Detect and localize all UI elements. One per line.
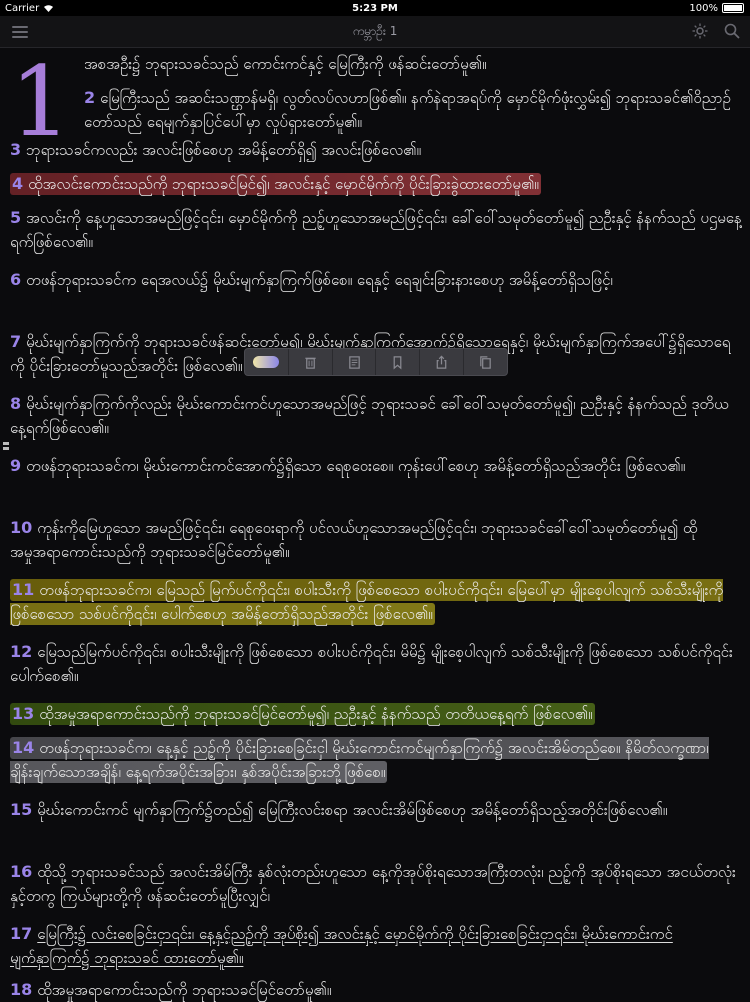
verse-13[interactable]: 13 ထိုအမှုအရာကောင်းသည်ကို ဘုရားသခင်မြင်တေ… (10, 702, 742, 726)
status-time: 5:23 PM (352, 2, 398, 14)
verse-number: 5 (10, 208, 22, 227)
verse-text: ထိုအမှုအရာကောင်းသည်ကို ဘုရားသခင်မြင်တော်… (37, 981, 332, 999)
verse-text: ဘုရားသခင်ကလည်း အလင်းဖြစ်စေဟု အမိန့်တော်ရ… (26, 141, 421, 159)
delete-button[interactable] (289, 349, 333, 375)
verse-text: ထိုသို့ ဘုရားသခင်သည် အလင်းအိမ်ကြီး နှစ်လ… (10, 863, 736, 905)
verse-14[interactable]: 14 တဖန်ဘုရားသခင်က၊ နေ့နှင့် ညဉ့်ကို ပိုင်… (10, 736, 742, 784)
verse-text: တဖန်ဘုရားသခင်က၊ မိုဃ်းကောင်းကင်အောက်၌ရှိ… (26, 457, 686, 475)
verse-8[interactable]: 8 မိုဃ်းမျက်နှာကြက်ကိုလည်း မိုဃ်းကောင်းကင… (10, 392, 742, 440)
menu-icon[interactable] (12, 26, 28, 38)
verse-6[interactable]: 6 တဖန်ဘုရားသခင်က ရေအလယ်၌ မိုဃ်းမျက်နှာကြက… (10, 268, 742, 292)
verse-2[interactable]: 2 မြေကြီးသည် အဆင်းသဏ္ဌာန်မရှိ၊ လွတ်လပ်လဟာ… (84, 86, 742, 134)
verse-text: မြေကြီး၌ လင်းစေခြင်းငှာ၎င်း၊ နေ့နှင့်ညဉ့… (10, 925, 673, 967)
verse-number: 17 (10, 924, 33, 943)
verse-10[interactable]: 10 ကုန်းကိုမြေဟူသော အမည်ဖြင့်၎င်း၊ ရေစုဝေ… (10, 516, 742, 564)
chapter-title[interactable]: ကမ္ဘာဦး 1 (353, 23, 398, 41)
search-icon[interactable] (724, 23, 740, 39)
battery-icon (722, 3, 744, 13)
highlight-toggle-icon (253, 356, 280, 368)
verse-number: 12 (10, 642, 33, 661)
verse-18[interactable]: 18 ထိုအမှုအရာကောင်းသည်ကို ဘုရားသခင်မြင်တေ… (10, 978, 742, 1002)
verse-number: 9 (10, 456, 22, 475)
verse-text: မြေသည်မြက်ပင်ကို၎င်း၊ စပါးသီးမျိုးကို ဖြ… (10, 643, 733, 685)
verse-number: 8 (10, 394, 22, 413)
bookmark-button[interactable] (376, 349, 421, 375)
verse-text: အလင်းကို နေ့ဟူသောအမည်ဖြင့်၎င်း၊ မှောင်မိ… (10, 209, 742, 251)
bookmark-icon (394, 355, 402, 369)
nav-actions (692, 23, 740, 39)
verse-5[interactable]: 5 အလင်းကို နေ့ဟူသောအမည်ဖြင့်၎င်း၊ မှောင်မ… (10, 206, 742, 254)
verse-16[interactable]: 16 ထိုသို့ ဘုရားသခင်သည် အလင်းအိမ်ကြီး နှစ… (10, 860, 742, 908)
verse-number: 11 (12, 580, 35, 599)
verse-text: မိုဃ်းကောင်းကင် မျက်နှာကြက်၌တည်၍ မြေကြီး… (37, 801, 668, 819)
verse-text: မြေကြီးသည် အဆင်းသဏ္ဌာန်မရှိ၊ လွတ်လပ်လဟာဖ… (84, 89, 731, 131)
highlight-toggle-button[interactable] (245, 349, 289, 375)
verse-text: ထိုအမှုအရာကောင်းသည်ကို ဘုရားသခင်မြင်တော်… (39, 705, 593, 723)
trash-icon (305, 357, 316, 369)
verse-12[interactable]: 12 မြေသည်မြက်ပင်ကို၎င်း၊ စပါးသီးမျိုးကို … (10, 640, 742, 688)
verse-text: မိုဃ်းမျက်နှာကြက်ကိုလည်း မိုဃ်းကောင်းကင်… (10, 395, 729, 437)
nav-bar: ကမ္ဘာဦး 1 (0, 16, 750, 48)
highlighted-span: 11 တဖန်ဘုရားသခင်က၊ မြေသည် မြက်ပင်ကို၎င်း၊… (10, 579, 724, 625)
verse-17[interactable]: 17 မြေကြီး၌ လင်းစေခြင်းငှာ၎င်း၊ နေ့နှင့်ည… (10, 922, 742, 970)
verse-4[interactable]: 4 ထိုအလင်းကောင်းသည်ကို ဘုရားသခင်မြင်၍၊ အလ… (10, 172, 742, 196)
verse-1[interactable]: အစအဦး၌ ဘုရားသခင်သည် ကောင်းကင်နှင့် မြေကြ… (84, 52, 742, 76)
note-icon (348, 355, 360, 369)
verse-9[interactable]: 9 တဖန်ဘုရားသခင်က၊ မိုဃ်းကောင်းကင်အောက်၌ရှ… (10, 454, 742, 478)
highlighted-span: 14 တဖန်ဘုရားသခင်က၊ နေ့နှင့် ညဉ့်ကို ပိုင်… (10, 737, 709, 783)
verse-number: 15 (10, 800, 33, 819)
verse-number: 14 (12, 738, 35, 757)
verse-number: 6 (10, 270, 22, 289)
share-button[interactable] (420, 349, 465, 375)
chapter-number: 1 (10, 46, 72, 158)
note-button[interactable] (333, 349, 377, 375)
verse-text: တဖန်ဘုရားသခင်က၊ နေ့နှင့် ညဉ့်ကို ပိုင်းခ… (10, 739, 709, 781)
verse-number: 18 (10, 980, 33, 999)
verse-text: တဖန်ဘုရားသခင်က ရေအလယ်၌ မိုဃ်းမျက်နှာကြက်… (26, 271, 613, 289)
verse-15[interactable]: 15 မိုဃ်းကောင်းကင် မျက်နှာကြက်၌တည်၍ မြေကြ… (10, 798, 742, 822)
verse-number: 2 (84, 88, 96, 107)
status-bar: Carrier 5:23 PM 100% (0, 0, 750, 16)
verse-3[interactable]: 3 ဘုရားသခင်ကလည်း အလင်းဖြစ်စေဟု အမိန့်တော်… (10, 138, 742, 162)
highlighted-span: 13 ထိုအမှုအရာကောင်းသည်ကို ဘုရားသခင်မြင်တေ… (10, 703, 595, 725)
scroll-marker-icon (3, 442, 9, 456)
verse-number: 3 (10, 140, 22, 159)
verse-number: 16 (10, 862, 33, 881)
verse-number: 13 (12, 704, 35, 723)
verse-text: ကုန်းကိုမြေဟူသော အမည်ဖြင့်၎င်း၊ ရေစုဝေးရ… (10, 519, 698, 561)
selection-toolbar (244, 348, 508, 376)
verse-text: အစအဦး၌ ဘုရားသခင်သည် ကောင်းကင်နှင့် မြေကြ… (84, 55, 487, 73)
verse-text: ထိုအလင်းကောင်းသည်ကို ဘုရားသခင်မြင်၍၊ အလင… (28, 175, 539, 193)
highlighted-span: 4 ထိုအလင်းကောင်းသည်ကို ဘုရားသခင်မြင်၍၊ အလ… (10, 173, 541, 195)
verse-number: 7 (10, 332, 22, 351)
brightness-icon[interactable] (692, 23, 708, 39)
verse-number: 10 (10, 518, 33, 537)
verse-text: တဖန်ဘုရားသခင်က၊ မြေသည် မြက်ပင်ကို၎င်း၊ စ… (10, 581, 724, 623)
verse-11[interactable]: 11 တဖန်ဘုရားသခင်က၊ မြေသည် မြက်ပင်ကို၎င်း၊… (10, 578, 742, 626)
copy-button[interactable] (464, 349, 507, 375)
reader-content[interactable]: 1 အစအဦး၌ ဘုရားသခင်သည် ကောင်းကင်နှင့် မြေ… (0, 48, 750, 1000)
verse-number: 4 (12, 174, 24, 193)
share-icon (436, 355, 447, 369)
copy-icon (480, 355, 491, 369)
